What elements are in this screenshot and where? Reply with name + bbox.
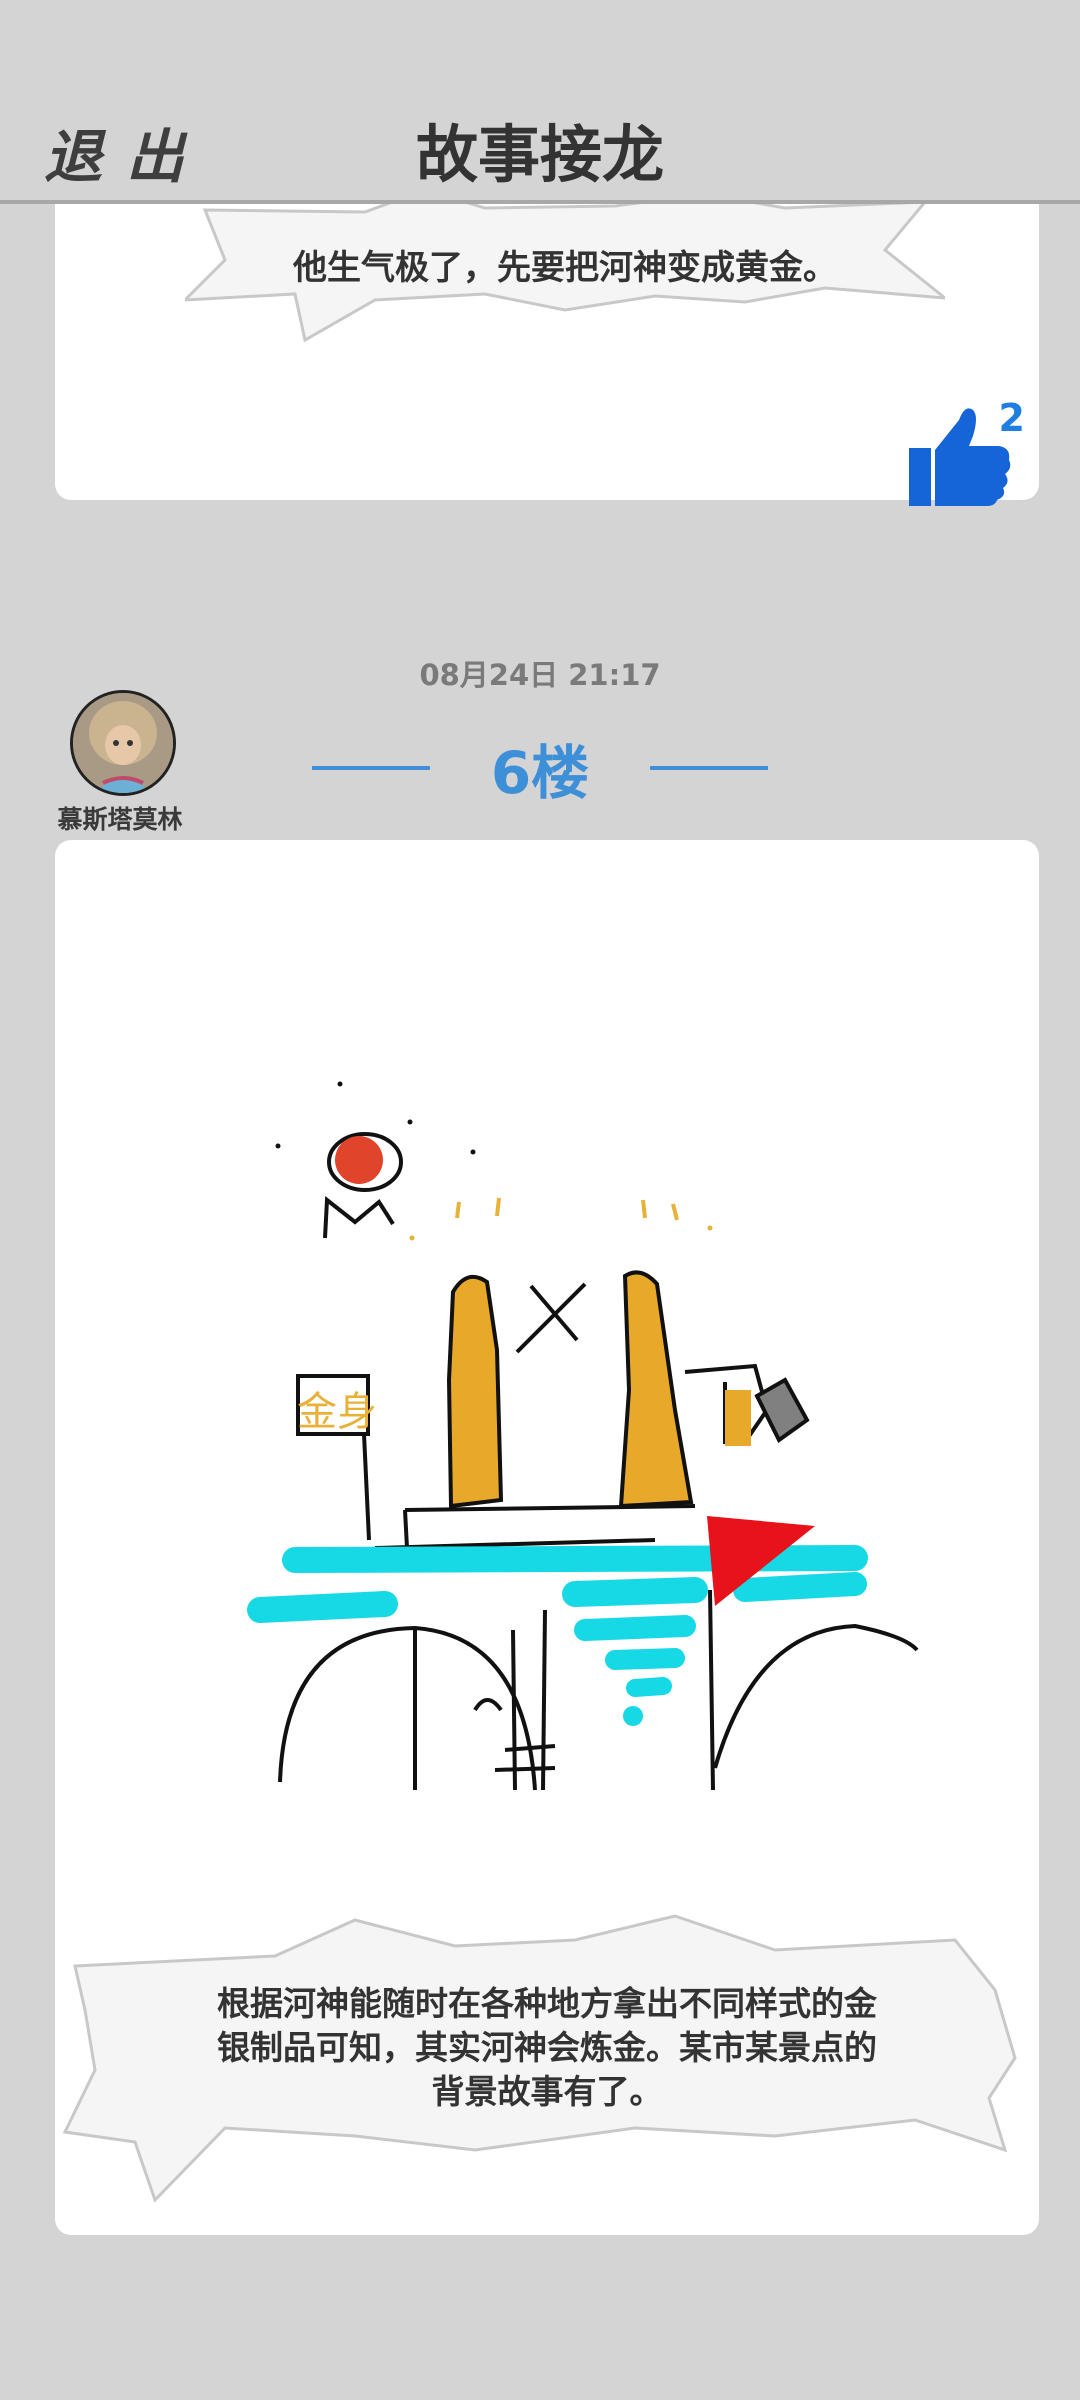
app-header: 退出 故事接龙 — [0, 0, 1080, 204]
caption-text: 他生气极了，先要把河神变成黄金。 — [293, 248, 837, 288]
caption-line: 银制品可知，其实河神会炼金。某市某景点的 — [217, 2028, 877, 2067]
story-drawing: 金身 — [247, 1081, 919, 1791]
sign-text: 金身 — [297, 1389, 377, 1435]
like-count: 2 — [998, 396, 1025, 440]
caption-line: 根据河神能随时在各种地方拿出不同样式的金 — [217, 1984, 877, 2023]
floor-number: 6楼 — [490, 739, 590, 807]
post-timestamp: 08月24日 21:17 — [419, 658, 661, 692]
story-card: 金身 根据河神能随时在各种地方拿出不同样式的金 银制品可知，其实河神会炼金。某市… — [55, 840, 1039, 2235]
caption-bubble: 他生气极了，先要把河神变成黄金。 — [185, 190, 945, 370]
caption-bubble: 根据河神能随时在各种地方拿出不同样式的金 银制品可知，其实河神会炼金。某市某景点… — [55, 1910, 1039, 2210]
page-title: 故事接龙 — [415, 118, 664, 191]
floor-divider-right — [650, 766, 768, 770]
caption-line: 背景故事有了。 — [431, 2072, 663, 2111]
